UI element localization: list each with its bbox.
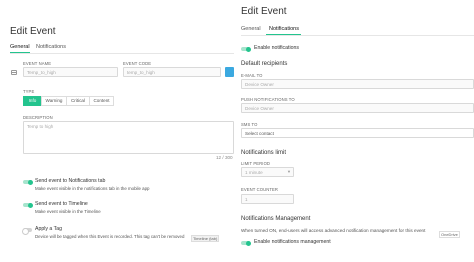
page-title: Edit Event: [10, 26, 56, 37]
type-option-content[interactable]: Content: [89, 96, 114, 106]
apply-tag-toggle[interactable]: [22, 227, 32, 235]
calendar-icon: [11, 70, 17, 75]
default-recipients-title: Default recipients: [241, 61, 288, 67]
limit-period-dropdown[interactable]: 1 minute ▼: [241, 167, 294, 177]
tab-general[interactable]: General: [241, 26, 261, 32]
enable-notifications-label: Enable notifications: [254, 45, 299, 51]
sms-to-select[interactable]: Select contact: [241, 128, 474, 138]
type-option-info[interactable]: Info: [23, 96, 42, 106]
event-color-swatch[interactable]: [225, 67, 234, 77]
type-option-warning[interactable]: Warning: [41, 96, 67, 106]
description-counter: 12 / 300: [216, 155, 233, 160]
notifications-tab-toggle[interactable]: [23, 179, 33, 185]
apply-tag-toggle-label: Apply a Tag: [35, 226, 63, 232]
tab-notifications[interactable]: Notifications: [36, 44, 66, 50]
notifications-management-text: When turned ON, end-users will access ad…: [241, 228, 426, 233]
push-to-label: PUSH NOTIFICATIONS TO: [241, 97, 295, 102]
enable-notifications-toggle[interactable]: [241, 46, 251, 52]
limit-period-label: LIMIT PERIOD: [241, 161, 271, 166]
event-name-label: EVENT NAME: [23, 61, 52, 66]
push-to-select[interactable]: Device Owner: [241, 103, 474, 113]
timeline-help: Make event visible in the Timeline: [35, 209, 101, 214]
description-textarea[interactable]: Temp to high: [23, 121, 234, 154]
notifications-tab-help: Make event visible in the notifications …: [35, 186, 150, 191]
notifications-tab-toggle-label: Send event to Notifications tab: [35, 178, 106, 184]
timeline-toggle[interactable]: [23, 202, 33, 208]
timeline-toggle-label: Send event to Timeline: [35, 201, 88, 207]
event-code-label: EVENT CODE: [123, 61, 152, 66]
tab-notifications[interactable]: Notifications: [269, 26, 299, 32]
edit-event-notifications-panel: Edit Event General Notifications Enable …: [234, 0, 474, 262]
scroll-fade: [234, 252, 474, 262]
event-counter-input[interactable]: 1: [241, 194, 294, 204]
event-name-input[interactable]: Temp_to_high: [23, 67, 118, 77]
notifications-management-title: Notifications Management: [241, 216, 311, 222]
page-title: Edit Event: [241, 6, 287, 17]
tab-general[interactable]: General: [10, 44, 30, 50]
description-label: DESCRIPTION: [23, 115, 53, 120]
edit-event-general-panel: Edit Event General Notifications EVENT N…: [0, 0, 234, 262]
chevron-down-icon: ▼: [287, 169, 291, 174]
email-to-select[interactable]: Device Owner: [241, 79, 474, 89]
onedrive-tooltip: OneDrive: [439, 231, 460, 238]
type-label: TYPE: [23, 89, 35, 94]
type-option-critical[interactable]: Critical: [66, 96, 90, 106]
timeline-chip: Timeline (tab): [191, 235, 220, 242]
tabs-divider: [10, 53, 234, 54]
type-selector: Info Warning Critical Content: [23, 96, 114, 106]
event-counter-label: EVENT COUNTER: [241, 187, 279, 192]
email-to-label: E-MAIL TO: [241, 73, 263, 78]
notifications-management-toggle[interactable]: [241, 240, 251, 246]
sms-to-label: SMS TO: [241, 122, 258, 127]
notifications-management-toggle-label: Enable notifications management: [254, 239, 331, 245]
apply-tag-help: Device will be tagged when this Event is…: [35, 234, 185, 239]
tabs-divider: [241, 35, 474, 36]
notifications-limit-title: Notifications limit: [241, 150, 287, 156]
event-code-input[interactable]: temp_to_high: [123, 67, 221, 77]
